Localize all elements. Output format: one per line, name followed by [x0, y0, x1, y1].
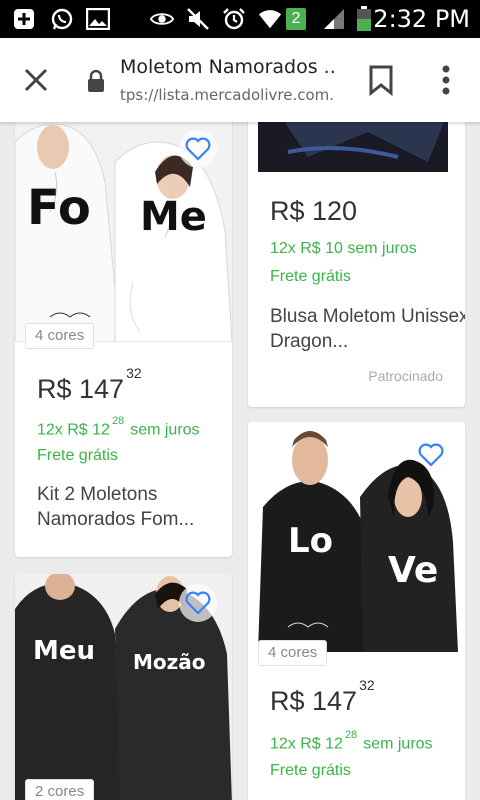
lock-icon [86, 69, 106, 92]
heart-icon [185, 137, 211, 161]
eye-icon [150, 7, 174, 31]
mute-icon [186, 7, 210, 31]
favorite-button[interactable] [179, 130, 217, 168]
results-grid: Fo Me 4 cores R$ 14732 12x R$ 1228sem ju… [0, 122, 480, 800]
whatsapp-icon [50, 7, 74, 31]
price: R$ 14732 [37, 365, 142, 404]
installments: 12x R$ 1228sem juros [37, 415, 200, 439]
page-title[interactable]: Moletom Namorados ... [120, 56, 335, 78]
status-time: 2:32 PM [373, 5, 470, 33]
installments: 12x R$ 1228sem juros [270, 729, 433, 753]
notification-count: 2 [286, 8, 306, 30]
colors-badge: 4 cores [25, 323, 95, 349]
gallery-icon [86, 7, 110, 31]
shipping: Frete grátis [37, 447, 118, 464]
status-bar: 2 2:32 PM [0, 0, 480, 38]
print-right: Mozão [133, 650, 206, 674]
price: R$ 120 [270, 196, 358, 226]
colors-badge: 2 cores [25, 779, 95, 800]
close-icon [24, 68, 48, 92]
product-card[interactable]: Lo Ve 4 cores R$ 14732 12x R$ 1228sem ju… [248, 422, 465, 800]
product-title[interactable]: Blusa Moletom Unissex Dragon... [270, 304, 465, 354]
bookmark-button[interactable] [368, 64, 394, 97]
favorite-button[interactable] [179, 584, 217, 622]
installments: 12x R$ 10 sem juros [270, 240, 417, 257]
product-card[interactable]: Fo Me 4 cores R$ 14732 12x R$ 1228sem ju… [15, 122, 232, 557]
print-right: Me [140, 194, 207, 240]
more-vert-icon [442, 65, 450, 95]
price: R$ 14732 [270, 677, 375, 716]
custom-tab-header: Moletom Namorados ... tps://lista.mercad… [0, 38, 480, 122]
shipping: Frete grátis [270, 268, 351, 285]
signal-icon [322, 7, 346, 31]
product-card[interactable]: Meu Mozão 2 cores [15, 574, 232, 800]
heart-icon [418, 443, 444, 467]
print-left: Lo [288, 521, 333, 561]
colors-badge: 4 cores [258, 640, 328, 666]
print-left: Meu [33, 636, 95, 666]
product-card[interactable]: R$ 120 12x R$ 10 sem juros Frete grátis … [248, 122, 465, 407]
product-title[interactable]: Kit 2 Moletons Namorados Fom... [37, 482, 232, 532]
shipping: Frete grátis [270, 762, 351, 779]
bookmark-icon [369, 65, 393, 97]
add-box-icon [12, 7, 36, 31]
print-left: Fo [27, 180, 91, 236]
close-button[interactable] [20, 64, 52, 96]
alarm-icon [222, 7, 246, 31]
favorite-button[interactable] [412, 436, 450, 474]
heart-icon [185, 591, 211, 615]
sponsored-label: Patrocinado [368, 368, 443, 384]
print-right: Ve [388, 550, 438, 591]
wifi-icon [258, 7, 282, 31]
menu-button[interactable] [436, 64, 456, 96]
product-image[interactable] [248, 122, 465, 179]
page-url[interactable]: tps://lista.mercadolivre.com.b [120, 86, 335, 104]
